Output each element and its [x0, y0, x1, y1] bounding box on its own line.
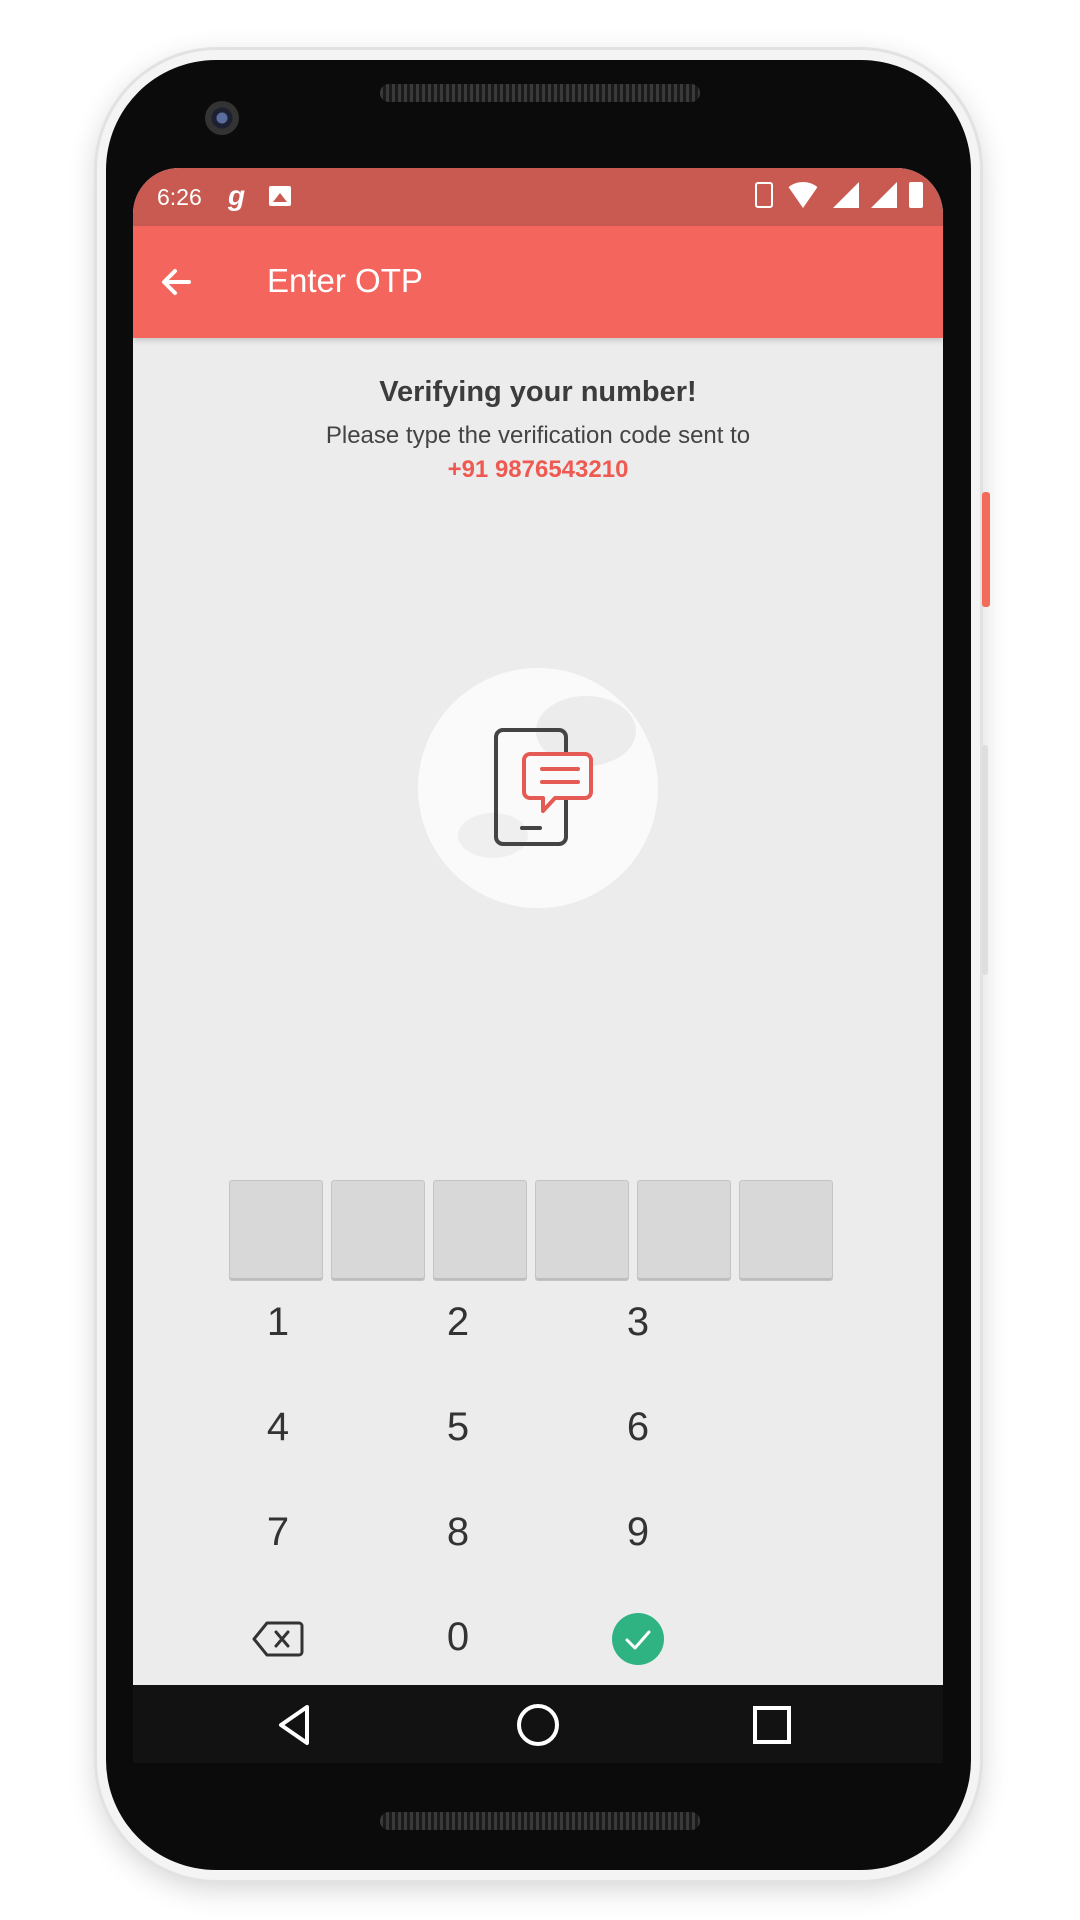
otp-input-row [229, 1180, 833, 1281]
key-5[interactable]: 5 [398, 1387, 518, 1467]
signal-icon [833, 182, 859, 208]
image-icon [269, 186, 291, 206]
status-icons [755, 182, 923, 208]
back-button[interactable] [155, 260, 199, 304]
backspace-icon [252, 1621, 304, 1657]
app-bar: Enter OTP [133, 226, 943, 338]
back-triangle-icon [279, 1705, 309, 1745]
otp-digit-1[interactable] [229, 1180, 323, 1281]
vibrate-icon [755, 182, 773, 208]
verify-subtext: Please type the verification code sent t… [325, 422, 751, 449]
app-notification-icon: g [228, 180, 246, 211]
key-2[interactable]: 2 [398, 1282, 518, 1362]
key-9[interactable]: 9 [578, 1492, 698, 1572]
power-button [982, 492, 990, 607]
verify-heading: Verifying your number! [379, 376, 697, 408]
key-7[interactable]: 7 [218, 1492, 338, 1572]
key-1[interactable]: 1 [218, 1282, 338, 1362]
nav-home-button[interactable] [513, 1700, 563, 1750]
key-3[interactable]: 3 [578, 1282, 698, 1362]
key-0[interactable]: 0 [398, 1597, 518, 1677]
screen: 6:26 g Enter OTP Verifying your number! … [133, 168, 943, 1763]
key-6[interactable]: 6 [578, 1387, 698, 1467]
nav-recents-button[interactable] [747, 1700, 797, 1750]
otp-digit-3[interactable] [433, 1180, 527, 1281]
otp-digit-5[interactable] [637, 1180, 731, 1281]
signal-roaming-icon [871, 182, 897, 208]
bottom-speaker [380, 1812, 700, 1830]
front-camera [205, 101, 239, 135]
phone-number: +91 9876543210 [447, 456, 629, 483]
volume-button [982, 745, 988, 975]
top-speaker [380, 84, 700, 102]
key-4[interactable]: 4 [218, 1387, 338, 1467]
page-title: Enter OTP [267, 262, 423, 299]
otp-digit-6[interactable] [739, 1180, 833, 1281]
otp-digit-2[interactable] [331, 1180, 425, 1281]
otp-digit-4[interactable] [535, 1180, 629, 1281]
arrow-left-icon [162, 269, 191, 295]
nav-back-button[interactable] [269, 1700, 319, 1750]
home-circle-icon [517, 1704, 559, 1746]
phone-message-icon [494, 728, 593, 846]
status-bar: 6:26 g [133, 168, 943, 226]
system-nav-bar [133, 1685, 943, 1763]
recents-square-icon [753, 1706, 791, 1744]
wifi-icon [785, 182, 821, 208]
key-8[interactable]: 8 [398, 1492, 518, 1572]
battery-icon [909, 182, 923, 208]
check-circle-icon [612, 1613, 664, 1666]
status-time: 6:26 [157, 184, 202, 210]
submit-button[interactable] [578, 1597, 698, 1677]
delete-button[interactable] [218, 1597, 338, 1677]
